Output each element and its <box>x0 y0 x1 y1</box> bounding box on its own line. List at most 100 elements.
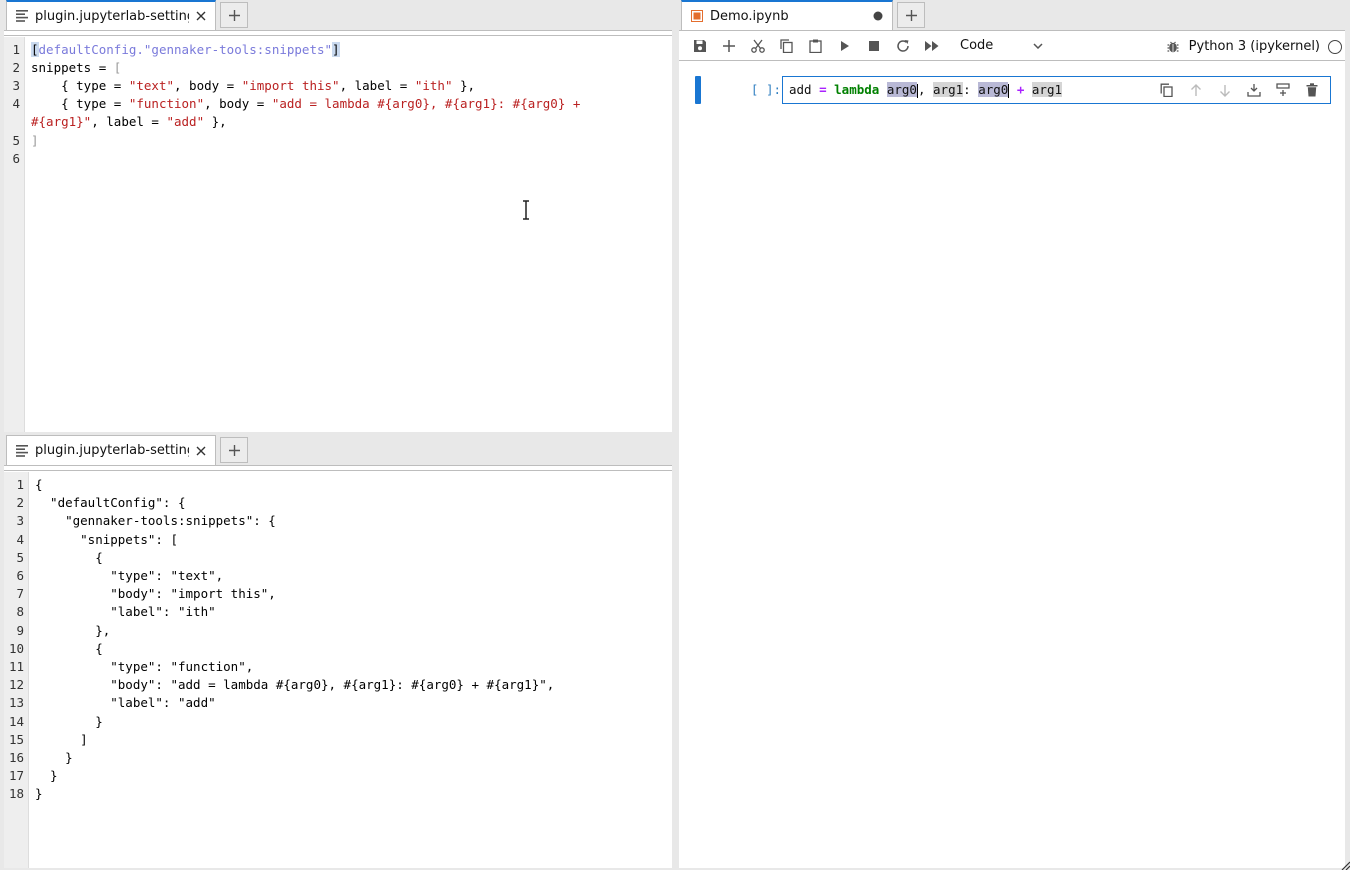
punctuation-token: : <box>963 82 979 97</box>
chevron-down-icon <box>1033 42 1043 49</box>
add-tab-button[interactable] <box>220 437 248 463</box>
scissors-icon <box>750 39 765 53</box>
toml-code-editor[interactable]: 1 2 3 4 5 6 [defaultConfig."gennaker-too… <box>4 37 672 432</box>
line-number: 14 <box>8 713 24 729</box>
save-button[interactable] <box>685 34 714 58</box>
notebook-toolbar: Code Python 3 (ipykernel) <box>679 30 1345 61</box>
restart-button[interactable] <box>888 34 917 58</box>
code-line: "body": "add = lambda #{arg0}, #{arg1}: … <box>35 677 555 693</box>
snippet-placeholder[interactable]: arg1 <box>933 82 964 97</box>
code-line: "label": "ith" <box>35 604 216 620</box>
duplicate-cell-button[interactable] <box>1152 77 1181 103</box>
cell-collapser[interactable] <box>695 76 701 104</box>
plus-icon <box>722 39 735 52</box>
string-literal: #{arg1}" <box>31 114 92 129</box>
line-number: 4 <box>16 531 24 547</box>
tab-label: Demo.ipynb <box>710 8 789 24</box>
cell-input-editor[interactable]: add = lambda arg0, arg1: arg0 + arg1 <box>782 76 1331 104</box>
kernel-name[interactable]: Python 3 (ipykernel) <box>1189 39 1320 54</box>
tab-settings-toml[interactable]: plugin.jupyterlab-settings.t <box>6 0 216 30</box>
input-prompt: [ ]: <box>750 82 781 97</box>
line-number: 3 <box>12 78 20 93</box>
punctuation-token: , <box>917 82 934 97</box>
tab-label: plugin.jupyterlab-settings <box>35 443 189 458</box>
move-cell-down-button[interactable] <box>1210 77 1239 103</box>
duplicate-icon <box>1160 83 1173 97</box>
insert-cell-below-button[interactable] <box>1268 77 1297 103</box>
play-icon <box>840 40 849 51</box>
code-cell[interactable]: [ ]: add = lambda arg0, arg1: arg0 + arg… <box>695 76 1331 104</box>
insert-above-icon <box>1246 84 1261 97</box>
paste-button[interactable] <box>801 34 830 58</box>
snippet-placeholder-selected[interactable]: arg0 <box>886 82 917 97</box>
code-line: "type": "text", <box>35 568 224 583</box>
line-number: 1 <box>16 477 24 492</box>
notebook-tabbar: Demo.ipynb <box>679 0 1345 30</box>
line-number: 5 <box>16 549 24 565</box>
line-number: 6 <box>16 568 24 583</box>
variable-token: add <box>789 82 812 97</box>
run-button[interactable] <box>830 34 859 58</box>
code-line: } <box>35 713 103 729</box>
line-number: 10 <box>8 640 24 656</box>
code-text: , label = <box>339 78 415 93</box>
string-literal: "function" <box>128 96 205 111</box>
insert-cell-button[interactable] <box>714 34 743 58</box>
snippet-placeholder[interactable]: arg1 <box>1031 82 1062 97</box>
bottom-left-editor-panel: plugin.jupyterlab-settings 1 {2 "defaultC… <box>4 435 672 868</box>
add-tab-button[interactable] <box>897 2 925 28</box>
line-number: 18 <box>8 786 24 802</box>
line-number: 3 <box>16 513 24 529</box>
code-line: "gennaker-tools:snippets": { <box>35 513 276 529</box>
restart-run-all-button[interactable] <box>917 34 946 58</box>
tab-settings-json[interactable]: plugin.jupyterlab-settings <box>6 435 216 465</box>
delete-cell-button[interactable] <box>1297 77 1326 103</box>
add-tab-button[interactable] <box>220 2 248 28</box>
string-literal: "add = lambda #{arg0}, #{arg1}: #{arg0} … <box>271 96 581 111</box>
arrow-down-icon <box>1219 84 1230 97</box>
tab-demo-notebook[interactable]: Demo.ipynb <box>681 0 893 30</box>
code-line: "body": "import this", <box>35 586 276 602</box>
cell-type-value: Code <box>960 38 994 53</box>
line-number: 5 <box>12 133 20 148</box>
code-line: } <box>35 768 58 784</box>
code-text: { type = <box>31 78 129 93</box>
kernel-area: Python 3 (ipykernel) <box>1163 31 1345 62</box>
notebook-icon <box>690 9 704 23</box>
code-line: { type = "text", body = "import this", l… <box>31 77 475 95</box>
snippet-placeholder-selected[interactable]: arg0 <box>978 82 1009 97</box>
cell-type-select[interactable]: Code <box>954 35 1049 57</box>
stop-icon <box>868 40 879 51</box>
line-number: 2 <box>12 60 20 75</box>
cut-button[interactable] <box>743 34 772 58</box>
code-line: ] <box>31 132 39 150</box>
line-number: 11 <box>8 659 24 674</box>
copy-icon <box>780 38 793 53</box>
resize-grip-icon[interactable] <box>1340 860 1350 870</box>
text-cursor-icon <box>523 200 529 220</box>
debugger-bug-icon[interactable] <box>1163 40 1183 53</box>
close-icon[interactable] <box>193 443 209 459</box>
line-number: 13 <box>8 695 24 711</box>
copy-button[interactable] <box>772 34 801 58</box>
json-code-editor[interactable]: 1 {2 "defaultConfig": {3 "gennaker-tools:… <box>4 472 672 868</box>
line-number: 6 <box>12 151 20 166</box>
code-line: "snippets": [ <box>35 531 178 547</box>
line-number: 1 <box>12 42 20 57</box>
close-icon[interactable] <box>193 8 209 24</box>
interrupt-button[interactable] <box>859 34 888 58</box>
fast-forward-icon <box>924 40 938 51</box>
insert-cell-above-button[interactable] <box>1239 77 1268 103</box>
refresh-icon <box>896 39 909 52</box>
bracket: [ <box>113 60 122 75</box>
keyword-token: lambda <box>834 82 880 97</box>
top-left-editor-panel: plugin.jupyterlab-settings.t 1 2 3 4 5 6… <box>4 0 672 432</box>
unsaved-dot-icon[interactable] <box>870 8 886 24</box>
code-line: }, <box>35 622 111 638</box>
move-cell-up-button[interactable] <box>1181 77 1210 103</box>
line-number: 2 <box>16 495 24 511</box>
plus-icon <box>228 444 240 456</box>
